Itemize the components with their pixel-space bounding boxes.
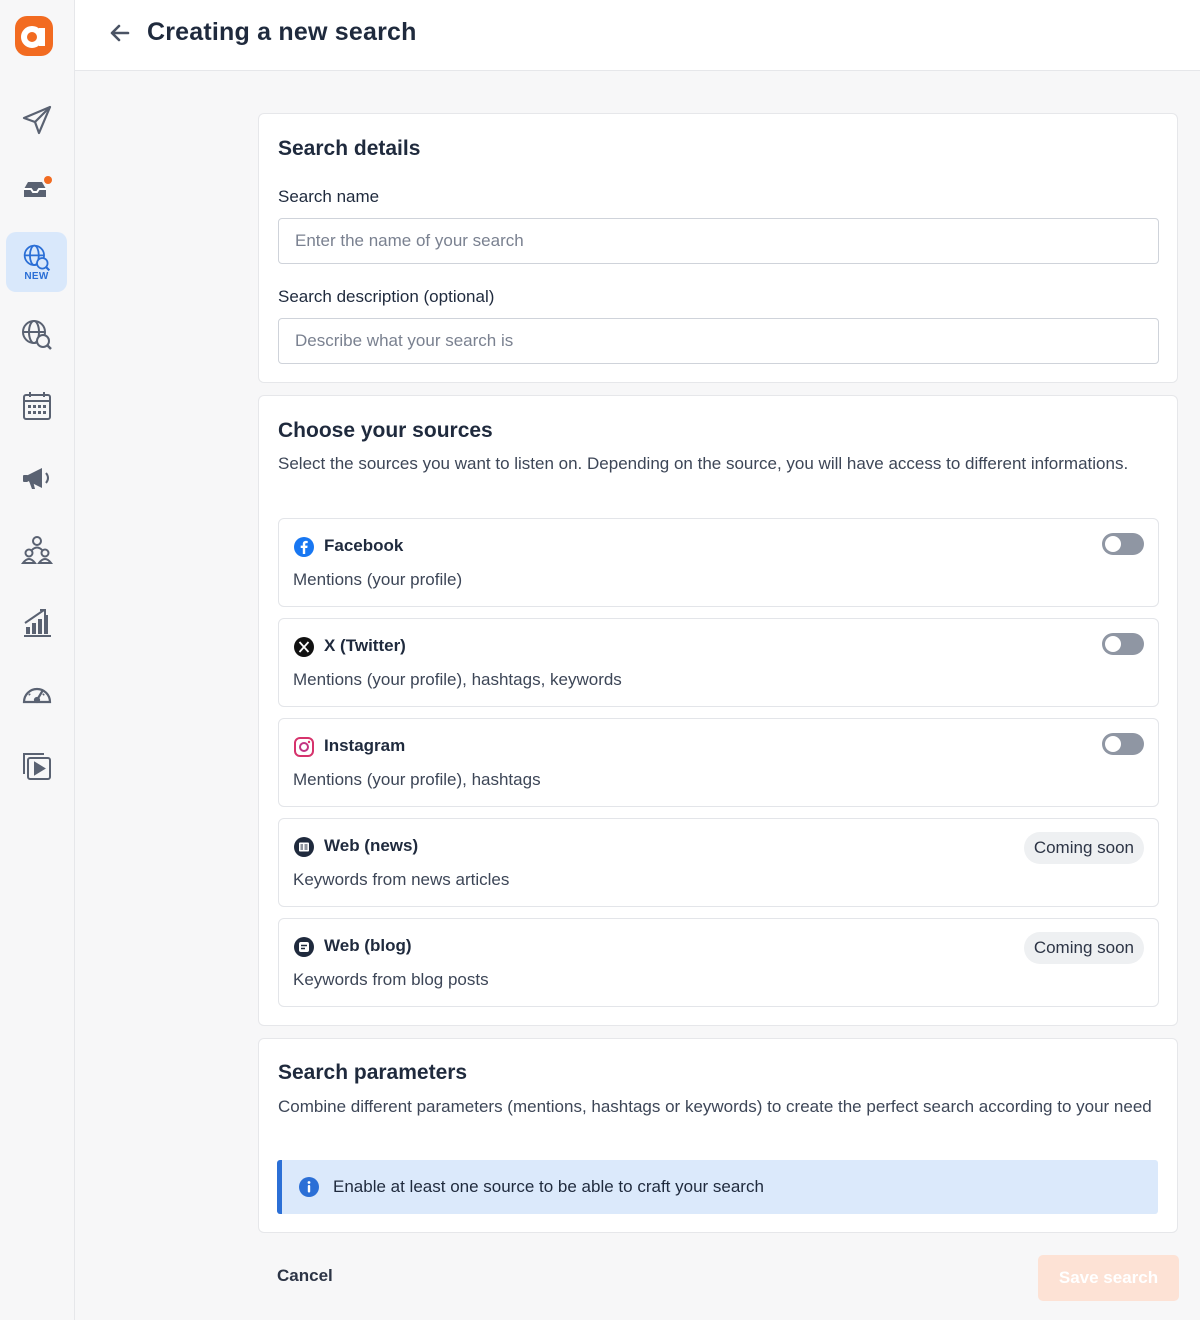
nav-listening-new[interactable]: NEW <box>6 232 67 292</box>
search-parameters-description: Combine different parameters (mentions, … <box>278 1097 1152 1116</box>
gauge-icon <box>22 687 51 704</box>
inbox-icon <box>23 176 52 197</box>
globe-search-icon <box>23 244 50 271</box>
instagram-toggle[interactable] <box>1102 733 1144 755</box>
source-description: Keywords from blog posts <box>293 970 489 989</box>
nav-media-library[interactable] <box>6 736 67 796</box>
news-icon <box>294 837 314 857</box>
arrow-left-icon <box>110 24 130 42</box>
blog-icon <box>294 937 314 957</box>
coming-soon-badge: Coming soon <box>1023 832 1144 864</box>
instagram-icon <box>294 737 314 757</box>
page-header: Creating a new search <box>75 0 1200 71</box>
calendar-icon <box>22 392 51 420</box>
info-text: Enable at least one source to be able to… <box>333 1177 764 1196</box>
source-name: X (Twitter) <box>324 636 406 655</box>
sources-title: Choose your sources <box>278 419 493 442</box>
source-description: Keywords from news articles <box>293 870 510 889</box>
toggle-knob <box>1105 736 1121 752</box>
search-description-input[interactable] <box>278 318 1159 364</box>
search-description-label: Search description (optional) <box>278 287 495 306</box>
nav-calendar[interactable] <box>6 376 67 436</box>
nav-listening[interactable] <box>6 304 67 364</box>
coming-soon-badge: Coming soon <box>1023 932 1144 964</box>
nav-analytics[interactable] <box>6 592 67 652</box>
source-name: Instagram <box>324 736 406 755</box>
cancel-button[interactable]: Cancel <box>277 1266 333 1286</box>
paper-plane-icon <box>22 105 51 135</box>
sources-card: Choose your sources Select the sources y… <box>258 395 1178 1026</box>
page-title: Creating a new search <box>147 18 417 46</box>
source-description: Mentions (your profile), hashtags <box>293 770 541 789</box>
users-icon <box>20 536 53 564</box>
nav-ads[interactable] <box>6 448 67 508</box>
nav-audience[interactable] <box>6 520 67 580</box>
globe-search-icon <box>21 320 52 350</box>
x-icon <box>294 637 314 657</box>
toggle-knob <box>1105 536 1121 552</box>
source-name: Facebook <box>324 536 404 555</box>
source-name: Web (blog) <box>324 936 412 955</box>
source-web-blog: Web (blog) Keywords from blog posts Comi… <box>278 918 1159 1007</box>
new-badge: NEW <box>24 270 49 282</box>
source-instagram: Instagram Mentions (your profile), hasht… <box>278 718 1159 807</box>
app-logo[interactable] <box>15 16 53 56</box>
info-icon <box>299 1177 319 1197</box>
megaphone-icon <box>22 468 49 489</box>
video-library-icon <box>22 753 51 780</box>
toggle-knob <box>1105 636 1121 652</box>
sources-description: Select the sources you want to listen on… <box>278 454 1129 473</box>
search-details-title: Search details <box>278 137 421 160</box>
sidebar: NEW <box>0 0 75 1320</box>
search-name-input[interactable] <box>278 218 1159 264</box>
nav-dashboard[interactable] <box>6 664 67 724</box>
source-description: Mentions (your profile) <box>293 570 463 589</box>
facebook-toggle[interactable] <box>1102 533 1144 555</box>
info-alert: Enable at least one source to be able to… <box>277 1160 1158 1214</box>
source-description: Mentions (your profile), hashtags, keywo… <box>293 670 622 689</box>
source-facebook: Facebook Mentions (your profile) <box>278 518 1159 607</box>
facebook-icon <box>294 537 314 557</box>
source-name: Web (news) <box>324 836 419 855</box>
bar-chart-icon <box>23 609 51 637</box>
source-x-twitter: X (Twitter) Mentions (your profile), has… <box>278 618 1159 707</box>
search-name-label: Search name <box>278 187 380 206</box>
nav-publish[interactable] <box>6 90 67 150</box>
save-search-button[interactable]: Save search <box>1038 1255 1179 1301</box>
source-web-news: Web (news) Keywords from news articles C… <box>278 818 1159 907</box>
search-parameters-title: Search parameters <box>278 1061 468 1084</box>
back-button[interactable] <box>105 18 135 48</box>
search-details-card: Search details Search name Search descri… <box>258 113 1178 383</box>
x-twitter-toggle[interactable] <box>1102 633 1144 655</box>
nav-inbox[interactable] <box>6 158 67 218</box>
